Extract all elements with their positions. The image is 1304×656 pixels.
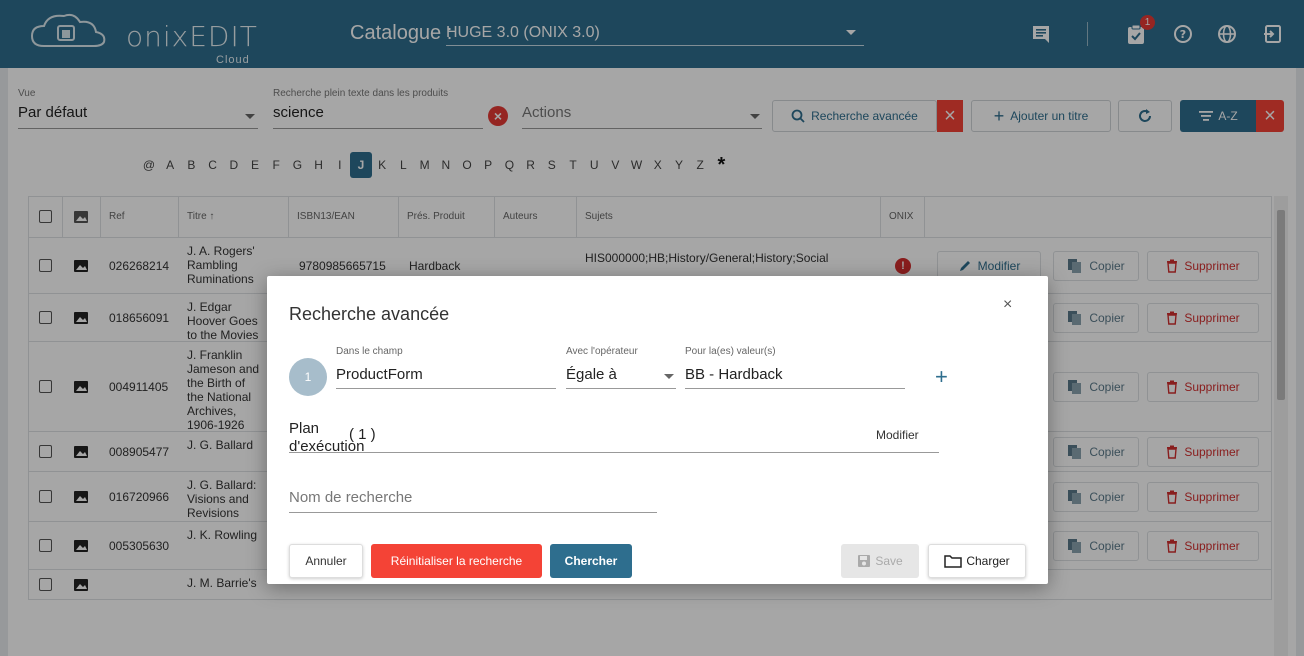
- operator-label: Avec l'opérateur: [566, 346, 638, 357]
- values-label: Pour la(es) valeur(s): [685, 346, 776, 357]
- reset-search-button[interactable]: Réinitialiser la recherche: [371, 544, 542, 578]
- search-name-underline: [289, 512, 657, 513]
- values-underline: [685, 388, 905, 389]
- plan-underline: [289, 452, 939, 453]
- operator-value: Égale à: [566, 366, 617, 383]
- values-input[interactable]: BB - Hardback: [685, 366, 783, 383]
- floppy-icon: [858, 555, 871, 567]
- cancel-button[interactable]: Annuler: [289, 544, 363, 578]
- folder-icon: [944, 555, 963, 568]
- advanced-search-dialog: Recherche avancée × 1 Dans le champ Prod…: [267, 276, 1048, 584]
- field-label: Dans le champ: [336, 346, 403, 357]
- operator-underline: [566, 388, 676, 389]
- criterion-step-badge: 1: [289, 358, 327, 396]
- plan-modify-button[interactable]: Modifier: [876, 428, 919, 442]
- load-button[interactable]: Charger: [928, 544, 1026, 578]
- search-name-input[interactable]: Nom de recherche: [289, 489, 412, 506]
- field-input[interactable]: ProductForm: [336, 366, 423, 383]
- dialog-title: Recherche avancée: [289, 304, 450, 324]
- save-label: Save: [875, 554, 903, 568]
- add-criterion-icon[interactable]: +: [935, 364, 948, 390]
- plan-count: ( 1 ): [349, 426, 376, 443]
- search-button[interactable]: Chercher: [550, 544, 632, 578]
- operator-select[interactable]: Égale à: [566, 364, 676, 388]
- load-label: Charger: [966, 554, 1010, 568]
- save-button[interactable]: Save: [841, 544, 919, 578]
- plan-label: Plan d'exécution: [289, 420, 365, 455]
- field-underline: [336, 388, 556, 389]
- close-icon[interactable]: ×: [1003, 296, 1012, 314]
- chevron-down-icon: [664, 374, 674, 379]
- execution-plan: Plan d'exécution ( 1 ) Modifier: [289, 420, 939, 460]
